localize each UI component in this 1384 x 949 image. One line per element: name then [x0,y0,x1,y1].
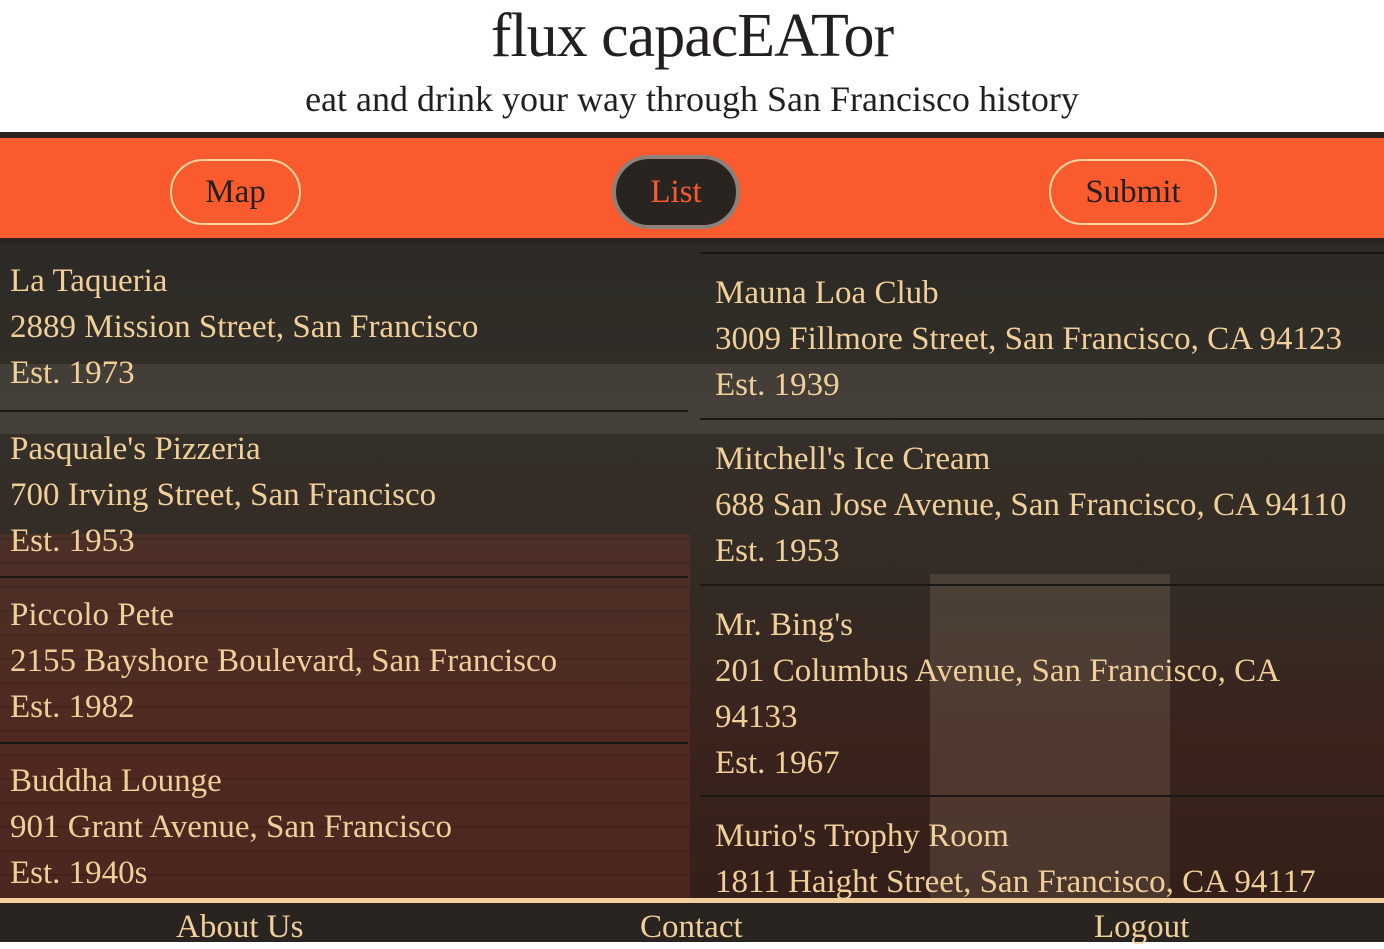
restaurant-address: 700 Irving Street, San Francisco [10,477,437,513]
restaurant-established: Est. 1973 [10,355,135,391]
about-us-link[interactable]: About Us [176,905,303,949]
list-item[interactable]: Mr. Bing's 201 Columbus Avenue, San Fran… [700,584,1384,797]
restaurant-address: 3009 Fillmore Street, San Francisco, CA … [715,321,1342,357]
restaurant-established: Est. 1953 [715,533,840,569]
restaurant-name: Mauna Loa Club [715,275,939,311]
restaurant-column-right: Mauna Loa Club 3009 Fillmore Street, San… [700,252,1384,898]
restaurant-established: Est. 1953 [10,523,135,559]
restaurant-established: Est. 1940s [10,855,148,891]
list-item[interactable]: La Taqueria 2889 Mission Street, San Fra… [0,244,688,412]
restaurant-established: Est. 1967 [715,745,840,781]
restaurant-name: Buddha Lounge [10,763,222,799]
restaurant-name: La Taqueria [10,263,168,299]
restaurant-name: Mitchell's Ice Cream [715,441,991,477]
main-nav: Map List Submit [0,132,1384,244]
restaurant-name: Pasquale's Pizzeria [10,431,261,467]
site-header: flux capacEATor eat and drink your way t… [0,0,1384,132]
restaurant-established: Est. 1982 [10,689,135,725]
list-item[interactable]: Buddha Lounge 901 Grant Avenue, San Fran… [0,744,688,898]
restaurant-column-left: La Taqueria 2889 Mission Street, San Fra… [0,244,688,898]
logout-link[interactable]: Logout [1094,905,1189,949]
restaurant-address: 201 Columbus Avenue, San Francisco, CA 9… [715,653,1279,735]
submit-button[interactable]: Submit [1049,159,1217,225]
restaurant-name: Mr. Bing's [715,607,853,643]
restaurant-address: 2889 Mission Street, San Francisco [10,309,479,345]
site-footer: About Us Contact Logout [0,898,1384,945]
map-button[interactable]: Map [170,159,301,225]
restaurant-established: Est. 1939 [715,367,840,403]
restaurant-address: 2155 Bayshore Boulevard, San Francisco [10,643,558,679]
site-title: flux capacEATor [490,2,894,70]
list-item[interactable]: Piccolo Pete 2155 Bayshore Boulevard, Sa… [0,578,688,744]
restaurant-address: 901 Grant Avenue, San Francisco [10,809,453,845]
restaurant-list[interactable]: La Taqueria 2889 Mission Street, San Fra… [0,244,1384,898]
restaurant-name: Murio's Trophy Room [715,818,1009,854]
contact-link[interactable]: Contact [640,905,743,949]
site-tagline: eat and drink your way through San Franc… [305,79,1079,119]
restaurant-name: Piccolo Pete [10,597,175,633]
restaurant-address: 688 San Jose Avenue, San Francisco, CA 9… [715,487,1347,523]
list-item[interactable]: Mitchell's Ice Cream 688 San Jose Avenue… [700,418,1384,586]
list-item[interactable]: Mauna Loa Club 3009 Fillmore Street, San… [700,252,1384,420]
list-item[interactable]: Pasquale's Pizzeria 700 Irving Street, S… [0,412,688,578]
list-button[interactable]: List [616,159,736,225]
restaurant-address: 1811 Haight Street, San Francisco, CA 94… [715,864,1316,898]
list-item[interactable]: Murio's Trophy Room 1811 Haight Street, … [700,795,1384,898]
